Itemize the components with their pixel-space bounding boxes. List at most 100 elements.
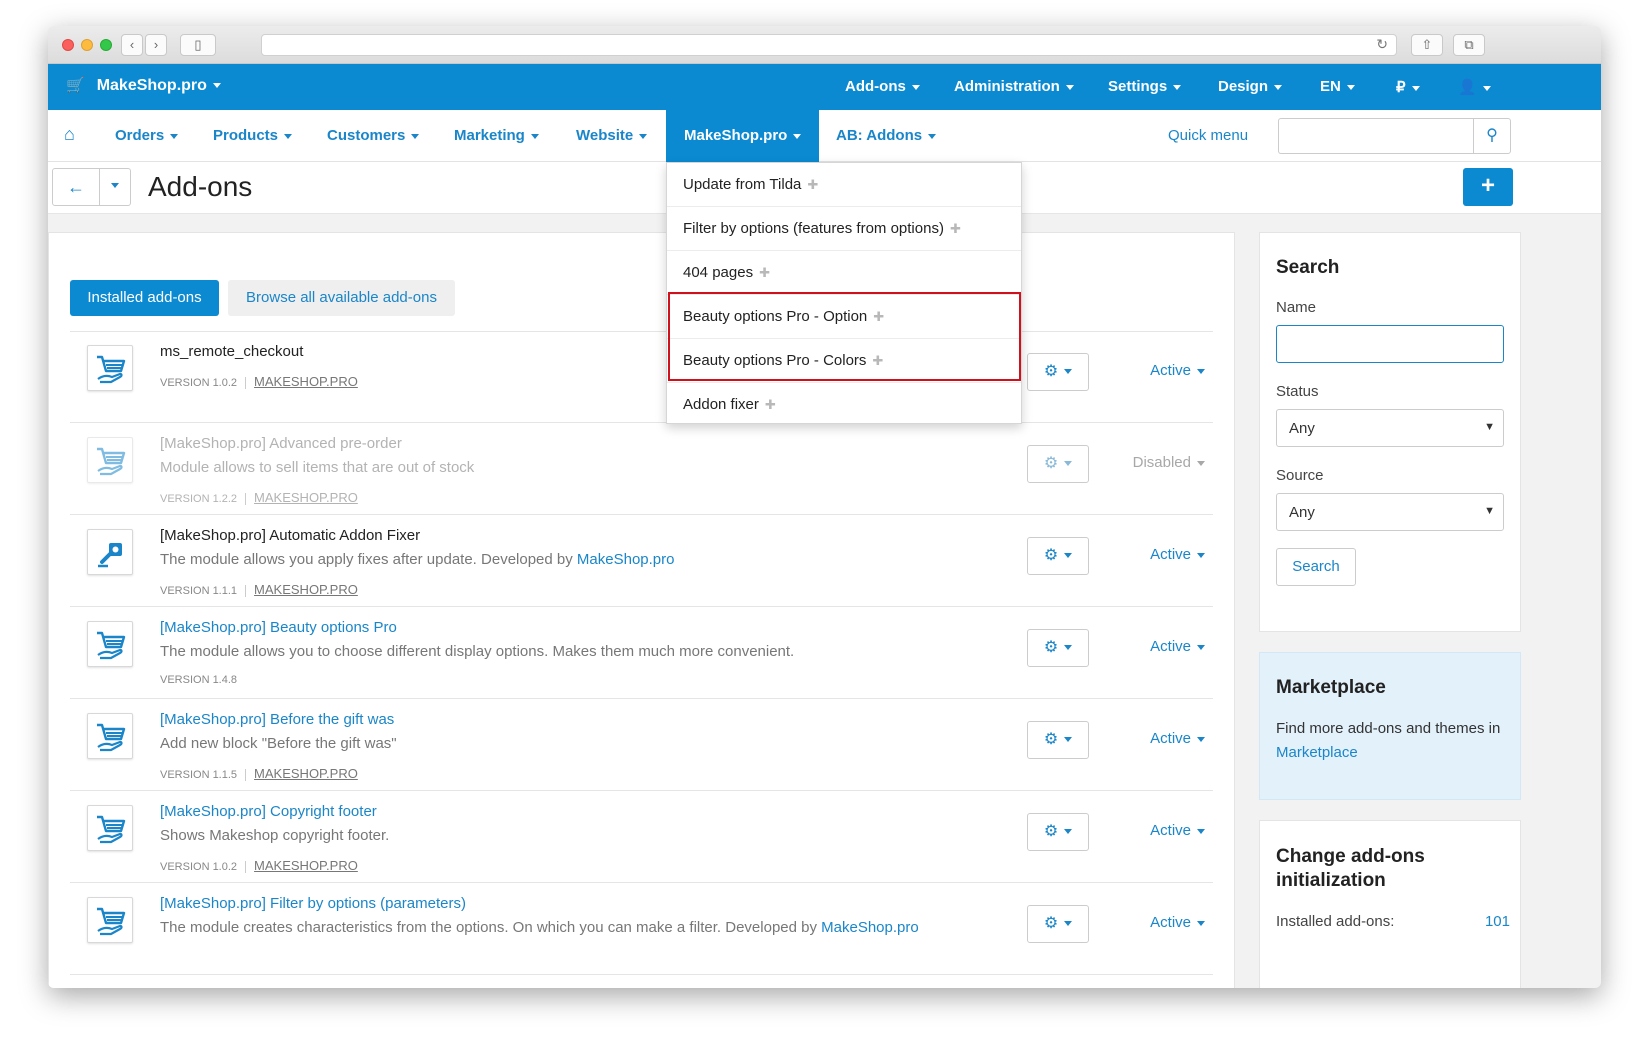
chevron-down-icon [1197, 368, 1205, 374]
addon-vendor-link[interactable]: MAKESHOP.PRO [254, 374, 358, 389]
add-button[interactable]: + [1463, 168, 1513, 206]
addon-status-dropdown[interactable]: Active [1125, 546, 1205, 563]
sidebar-toggle-icon[interactable]: ▯ [180, 34, 216, 56]
global-search-input[interactable] [1278, 118, 1474, 154]
addon-settings-button[interactable]: ⚙ [1027, 445, 1089, 483]
addon-vendor-link[interactable]: MAKESHOP.PRO [254, 490, 358, 505]
marketplace-title: Marketplace [1276, 677, 1386, 698]
wrench-icon [87, 529, 133, 575]
address-bar[interactable]: ↻ [261, 34, 1397, 56]
reload-icon[interactable]: ↻ [1376, 36, 1388, 53]
browser-back-icon[interactable]: ‹ [121, 34, 143, 56]
top-nav-user[interactable]: 👤 [1458, 78, 1491, 96]
nav-marketing[interactable]: Marketing [454, 127, 539, 144]
nav-products[interactable]: Products [213, 127, 293, 144]
developer-link[interactable]: MakeShop.pro [821, 919, 919, 936]
browser-forward-icon[interactable]: › [145, 34, 167, 56]
cart-hand-icon [87, 621, 133, 667]
addon-settings-button[interactable]: ⚙ [1027, 629, 1089, 667]
addon-settings-button[interactable]: ⚙ [1027, 721, 1089, 759]
tabs-icon[interactable]: ⧉ [1453, 34, 1485, 56]
developer-link[interactable]: MakeShop.pro [577, 551, 675, 568]
gear-icon: ⚙ [1043, 363, 1059, 380]
addon-name[interactable]: [MakeShop.pro] Copyright footer [160, 803, 377, 820]
top-nav-currency[interactable]: ₽ [1396, 78, 1420, 96]
chevron-down-icon [1346, 84, 1355, 90]
home-icon[interactable]: ⌂ [64, 124, 75, 145]
tab-browse-addons[interactable]: Browse all available add-ons [228, 280, 455, 316]
page-title: Add-ons [148, 171, 253, 202]
addon-name[interactable]: [MakeShop.pro] Beauty options Pro [160, 619, 397, 636]
addon-meta: VERSION 1.4.8 [160, 674, 253, 686]
menu-item-addon-fixer[interactable]: Addon fixer ✚ [667, 383, 1021, 427]
back-arrow-icon[interactable]: ← [52, 168, 100, 206]
addon-vendor-link[interactable]: MAKESHOP.PRO [254, 858, 358, 873]
top-nav-settings[interactable]: Settings [1108, 78, 1182, 95]
minimize-window-icon[interactable] [81, 39, 93, 51]
status-select[interactable]: Any ▼ [1276, 409, 1504, 447]
top-nav-addons[interactable]: Add-ons [845, 78, 920, 95]
close-window-icon[interactable] [62, 39, 74, 51]
chevron-down-icon [928, 133, 937, 139]
nav-makeshop-active[interactable]: MakeShop.pro [666, 110, 819, 162]
top-nav-design[interactable]: Design [1218, 78, 1283, 95]
chevron-down-icon [1064, 645, 1073, 651]
menu-item-404-pages[interactable]: 404 pages ✚ [667, 251, 1021, 295]
addon-vendor-link[interactable]: MAKESHOP.PRO [254, 582, 358, 597]
addon-settings-button[interactable]: ⚙ [1027, 537, 1089, 575]
installed-addons-count[interactable]: 101 [1485, 913, 1510, 930]
menu-item-filter-by-options[interactable]: Filter by options (features from options… [667, 207, 1021, 251]
addon-status-dropdown[interactable]: Active [1125, 822, 1205, 839]
addon-description: The module creates characteristics from … [160, 919, 919, 936]
tab-installed-addons[interactable]: Installed add-ons [70, 280, 219, 316]
source-label: Source [1276, 467, 1324, 484]
nav-ab-addons[interactable]: AB: Addons [836, 127, 937, 144]
quick-menu-link[interactable]: Quick menu [1168, 127, 1248, 144]
addon-row: [MakeShop.pro] Beauty options Pro The mod… [70, 607, 1213, 699]
name-input[interactable] [1276, 325, 1504, 363]
puzzle-icon: ✚ [949, 221, 961, 236]
menu-item-update-from-tilda[interactable]: Update from Tilda ✚ [667, 163, 1021, 207]
addon-settings-button[interactable]: ⚙ [1027, 905, 1089, 943]
nav-website[interactable]: Website [576, 127, 648, 144]
addon-settings-button[interactable]: ⚙ [1027, 353, 1089, 391]
cart-hand-icon [87, 897, 133, 943]
search-button[interactable]: Search [1276, 548, 1356, 586]
top-nav-language[interactable]: EN [1320, 78, 1355, 95]
puzzle-icon: ✚ [764, 397, 776, 412]
nav-customers[interactable]: Customers [327, 127, 420, 144]
addon-name[interactable]: [MakeShop.pro] Before the gift was [160, 711, 394, 728]
nav-orders[interactable]: Orders [115, 127, 179, 144]
highlight-box [668, 292, 1021, 381]
search-icon[interactable]: ⚲ [1473, 118, 1511, 154]
addon-meta: VERSION 1.0.2 MAKESHOP.PRO [160, 374, 358, 389]
source-select[interactable]: Any ▼ [1276, 493, 1504, 531]
addon-name[interactable]: [MakeShop.pro] Filter by options (parame… [160, 895, 466, 912]
puzzle-icon: ✚ [759, 265, 770, 280]
chevron-down-icon [411, 133, 420, 139]
browser-chrome: ‹ › ▯ ↻ ⇧ ⧉ [48, 26, 1601, 64]
addon-status-dropdown[interactable]: Disabled [1125, 454, 1205, 471]
share-icon[interactable]: ⇧ [1411, 34, 1443, 56]
marketplace-link[interactable]: Marketplace [1276, 744, 1358, 761]
maximize-window-icon[interactable] [100, 39, 112, 51]
back-dropdown[interactable] [99, 168, 131, 206]
addon-row: [MakeShop.pro] Advanced pre-order Module … [70, 423, 1213, 515]
chevron-down-icon [1065, 84, 1074, 90]
cart-hand-icon [87, 713, 133, 759]
addon-status-dropdown[interactable]: Active [1125, 638, 1205, 655]
chevron-down-icon [1064, 553, 1073, 559]
chevron-down-icon [1197, 920, 1205, 926]
brand[interactable]: 🛒 MakeShop.pro [66, 76, 221, 95]
addon-settings-button[interactable]: ⚙ [1027, 813, 1089, 851]
cart-hand-icon [87, 437, 133, 483]
addon-row: [MakeShop.pro] Filter by options (parame… [70, 883, 1213, 975]
addon-status-dropdown[interactable]: Active [1125, 914, 1205, 931]
addon-row: [MakeShop.pro] Copyright footer Shows Mak… [70, 791, 1213, 883]
top-nav-administration[interactable]: Administration [954, 78, 1074, 95]
puzzle-icon: ✚ [807, 177, 819, 192]
addon-status-dropdown[interactable]: Active [1125, 362, 1205, 379]
addon-vendor-link[interactable]: MAKESHOP.PRO [254, 766, 358, 781]
addon-status-dropdown[interactable]: Active [1125, 730, 1205, 747]
addons-panel: Installed add-ons Browse all available a… [48, 232, 1235, 988]
